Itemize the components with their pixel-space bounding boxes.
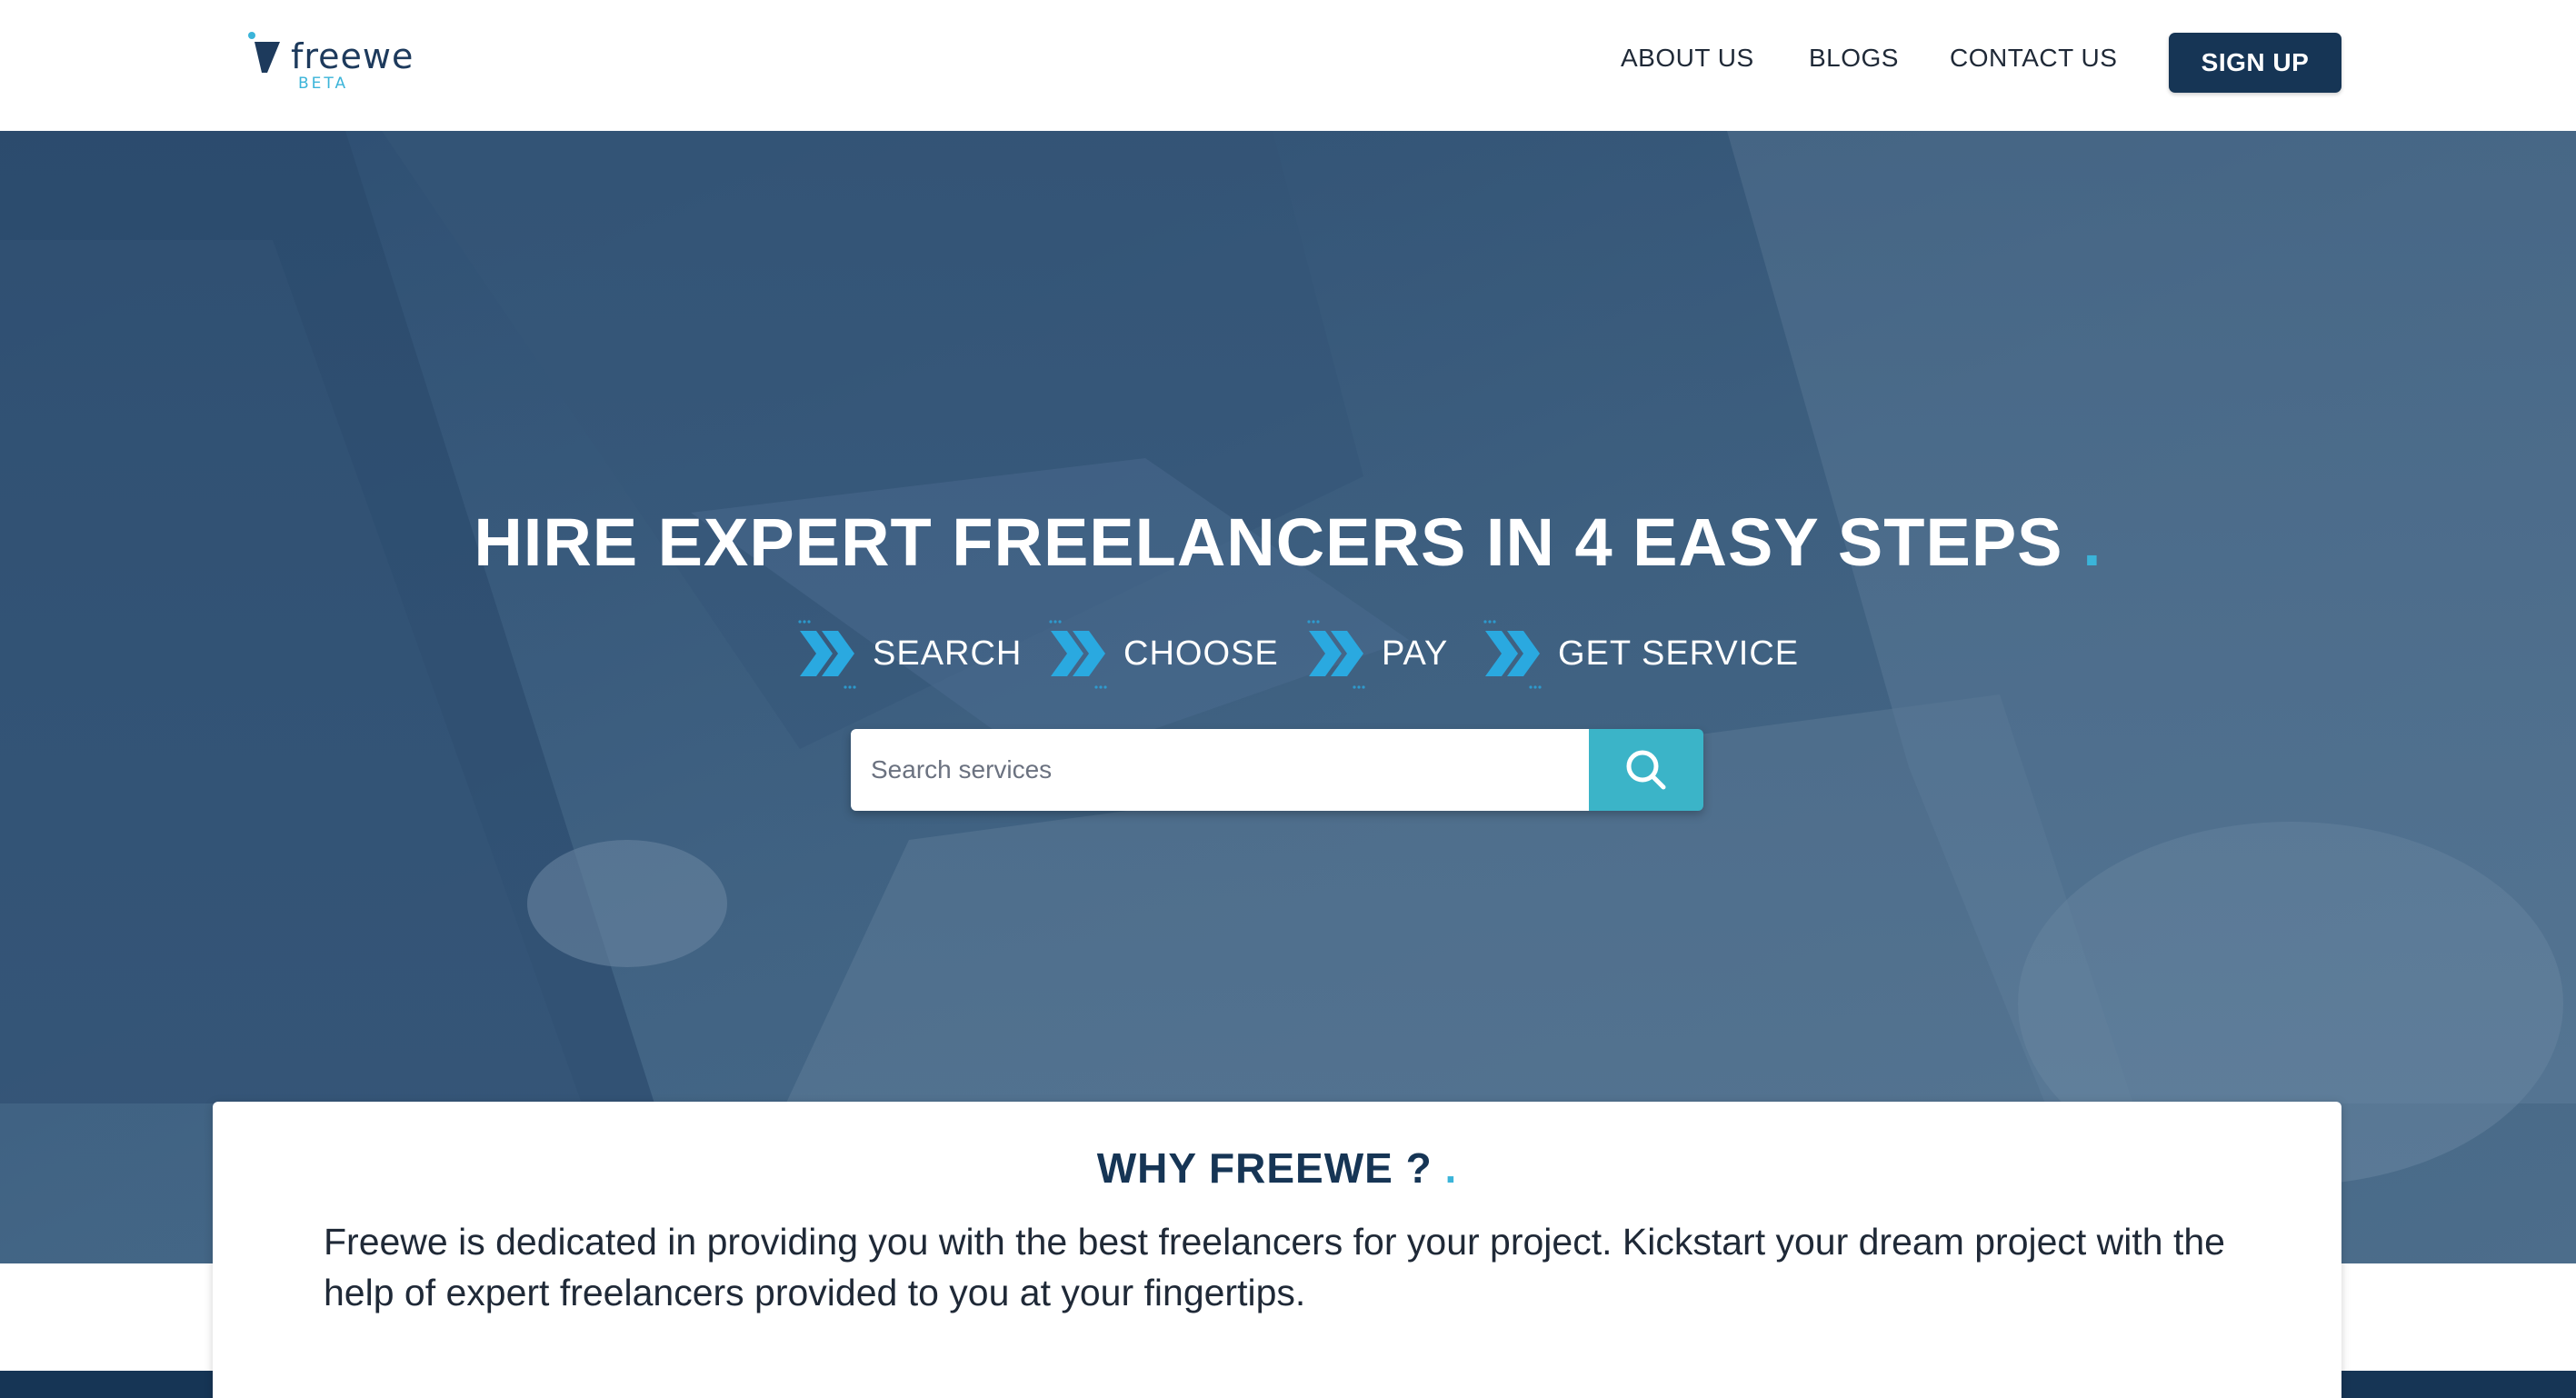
hero-title-dot: . — [2082, 504, 2102, 580]
double-chevron-icon — [1307, 620, 1365, 689]
why-title-text: WHY FREEWE ? — [1096, 1144, 1433, 1192]
hero-title-text: HIRE EXPERT FREELANCERS IN 4 EASY STEPS — [474, 504, 2063, 580]
nav-blogs[interactable]: BLOGS — [1809, 44, 1899, 73]
hero-title: HIRE EXPERT FREELANCERS IN 4 EASY STEPS … — [0, 504, 2576, 581]
why-freewe-description: Freewe is dedicated in providing you wit… — [324, 1221, 2225, 1313]
why-freewe-card: WHY FREEWE ? . Freewe is dedicated in pr… — [213, 1102, 2341, 1398]
step-label: PAY — [1382, 634, 1449, 673]
step-get-service: GET SERVICE — [1482, 613, 1799, 694]
logo-wordmark: freewe — [291, 36, 414, 76]
step-label: SEARCH — [873, 634, 1023, 673]
step-choose: CHOOSE — [1047, 613, 1279, 694]
search-bar — [851, 729, 1703, 811]
search-button[interactable] — [1589, 729, 1703, 811]
page: freewe BETA ABOUT US BLOGS CONTACT US SI… — [0, 0, 2576, 1398]
double-chevron-icon — [1483, 620, 1542, 689]
why-freewe-title: WHY FREEWE ? . — [213, 1143, 2341, 1193]
step-search: SEARCH — [796, 613, 1022, 694]
sign-up-button[interactable]: SIGN UP — [2169, 33, 2341, 93]
hero-section: HIRE EXPERT FREELANCERS IN 4 EASY STEPS … — [0, 131, 2576, 1263]
hero-background-image — [0, 131, 2576, 1263]
step-label: GET SERVICE — [1558, 634, 1800, 673]
double-chevron-icon — [1049, 620, 1107, 689]
freewe-logo[interactable]: freewe BETA — [247, 27, 429, 100]
beta-badge: BETA — [298, 75, 349, 93]
logo-mark-icon — [248, 32, 280, 73]
nav-contact-us[interactable]: CONTACT US — [1950, 44, 2117, 73]
step-pay: PAY — [1305, 613, 1448, 694]
site-header: freewe BETA ABOUT US BLOGS CONTACT US SI… — [0, 0, 2576, 131]
step-label: CHOOSE — [1123, 634, 1279, 673]
why-title-dot: . — [1444, 1144, 1458, 1192]
search-icon — [1626, 750, 1666, 790]
double-chevron-icon — [798, 620, 856, 689]
nav-about-us[interactable]: ABOUT US — [1621, 44, 1754, 73]
steps-row: SEARCH CHOOSE PAY GET SERVICE — [0, 613, 2576, 694]
search-input[interactable] — [851, 729, 1589, 811]
